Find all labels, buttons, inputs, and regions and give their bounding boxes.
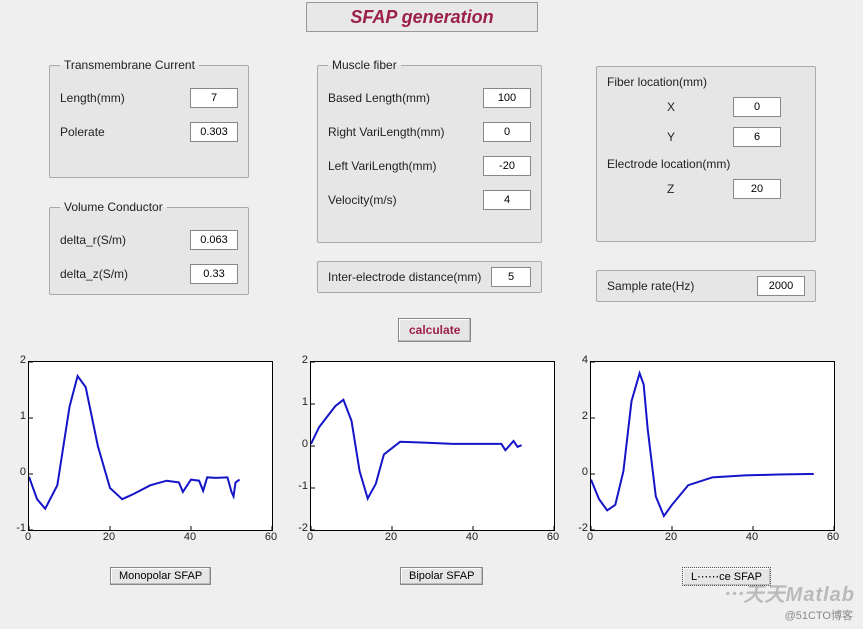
right-vari-input[interactable]: [483, 122, 531, 142]
x-tick-label: 20: [661, 531, 681, 543]
sample-rate-input[interactable]: [757, 276, 805, 296]
y-tick-label: -1: [292, 480, 308, 492]
x-tick-label: 20: [381, 531, 401, 543]
left-vari-label: Left VariLength(mm): [328, 159, 437, 173]
z-label: Z: [667, 182, 674, 196]
polerate-label: Polerate: [60, 125, 105, 139]
panel-legend: Muscle fiber: [328, 58, 401, 72]
electrode-location-header: Electrode location(mm): [607, 157, 805, 171]
y-tick-label: 4: [572, 354, 588, 366]
panel-legend: Volume Conductor: [60, 200, 167, 214]
y-tick-label: 2: [10, 354, 26, 366]
y-tick-label: 2: [572, 410, 588, 422]
panel-sample-rate: Sample rate(Hz): [596, 270, 816, 302]
chart-monopolar: [28, 361, 273, 531]
y-tick-label: 0: [292, 438, 308, 450]
based-length-input[interactable]: [483, 88, 531, 108]
title-banner: SFAP generation: [306, 2, 538, 32]
length-input[interactable]: [190, 88, 238, 108]
panel-transmembrane-current: Transmembrane Current Length(mm) Polerat…: [49, 58, 249, 178]
inter-electrode-input[interactable]: [491, 267, 531, 287]
left-vari-input[interactable]: [483, 156, 531, 176]
x-label: X: [667, 100, 675, 114]
delta-z-label: delta_z(S/m): [60, 267, 128, 281]
x-tick-label: 40: [462, 531, 482, 543]
delta-r-input[interactable]: [190, 230, 238, 250]
x-tick-label: 0: [18, 531, 38, 543]
y-tick-label: 2: [292, 354, 308, 366]
x-tick-label: 20: [99, 531, 119, 543]
delta-r-label: delta_r(S/m): [60, 233, 126, 247]
x-tick-label: 60: [261, 531, 281, 543]
x-tick-label: 60: [543, 531, 563, 543]
x-tick-label: 40: [180, 531, 200, 543]
z-input[interactable]: [733, 179, 781, 199]
x-input[interactable]: [733, 97, 781, 117]
y-label: Y: [667, 130, 675, 144]
page-title: SFAP generation: [350, 7, 493, 27]
x-tick-label: 60: [823, 531, 843, 543]
length-label: Length(mm): [60, 91, 125, 105]
chart-bipolar: [310, 361, 555, 531]
panel-muscle-fiber: Muscle fiber Based Length(mm) Right Vari…: [317, 58, 542, 243]
bipolar-sfap-button[interactable]: Bipolar SFAP: [400, 567, 483, 585]
sample-rate-label: Sample rate(Hz): [607, 279, 694, 293]
monopolar-sfap-button[interactable]: Monopolar SFAP: [110, 567, 211, 585]
calculate-button[interactable]: calculate: [398, 318, 471, 342]
velocity-label: Velocity(m/s): [328, 193, 397, 207]
y-tick-label: 0: [572, 466, 588, 478]
x-tick-label: 0: [300, 531, 320, 543]
chart-laplace: [590, 361, 835, 531]
y-input[interactable]: [733, 127, 781, 147]
panel-locations: Fiber location(mm) X Y Electrode locatio…: [596, 66, 816, 242]
watermark: ⋯天天Matlab: [723, 578, 855, 607]
delta-z-input[interactable]: [190, 264, 238, 284]
panel-legend: Transmembrane Current: [60, 58, 199, 72]
y-tick-label: 1: [292, 396, 308, 408]
based-length-label: Based Length(mm): [328, 91, 430, 105]
watermark-sub: @51CTO博客: [785, 607, 853, 623]
panel-inter-electrode: Inter-electrode distance(mm): [317, 261, 542, 293]
inter-electrode-label: Inter-electrode distance(mm): [328, 270, 481, 284]
y-tick-label: 1: [10, 410, 26, 422]
y-tick-label: 0: [10, 466, 26, 478]
polerate-input[interactable]: [190, 122, 238, 142]
velocity-input[interactable]: [483, 190, 531, 210]
right-vari-label: Right VariLength(mm): [328, 125, 444, 139]
x-tick-label: 0: [580, 531, 600, 543]
x-tick-label: 40: [742, 531, 762, 543]
panel-volume-conductor: Volume Conductor delta_r(S/m) delta_z(S/…: [49, 200, 249, 295]
fiber-location-header: Fiber location(mm): [607, 75, 805, 89]
